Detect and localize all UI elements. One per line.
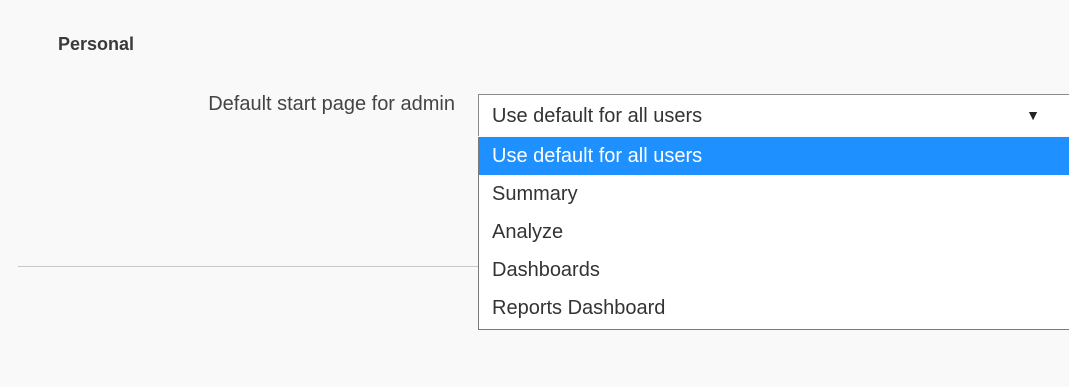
- default-start-page-select[interactable]: Use default for all users ▼: [478, 94, 1069, 136]
- option-reports-dashboard[interactable]: Reports Dashboard: [479, 289, 1069, 327]
- dropdown-arrow-icon[interactable]: ▼: [1026, 107, 1040, 123]
- option-summary[interactable]: Summary: [479, 175, 1069, 213]
- default-start-page-label: Default start page for admin: [208, 93, 455, 115]
- option-dashboards[interactable]: Dashboards: [479, 251, 1069, 289]
- section-divider: [18, 266, 480, 267]
- select-current-value: Use default for all users: [492, 105, 703, 127]
- section-title: Personal: [58, 34, 135, 54]
- dropdown-options-list: Use default for all users Summary Analyz…: [478, 137, 1069, 330]
- option-use-default[interactable]: Use default for all users: [479, 137, 1069, 175]
- option-analyze[interactable]: Analyze: [479, 213, 1069, 251]
